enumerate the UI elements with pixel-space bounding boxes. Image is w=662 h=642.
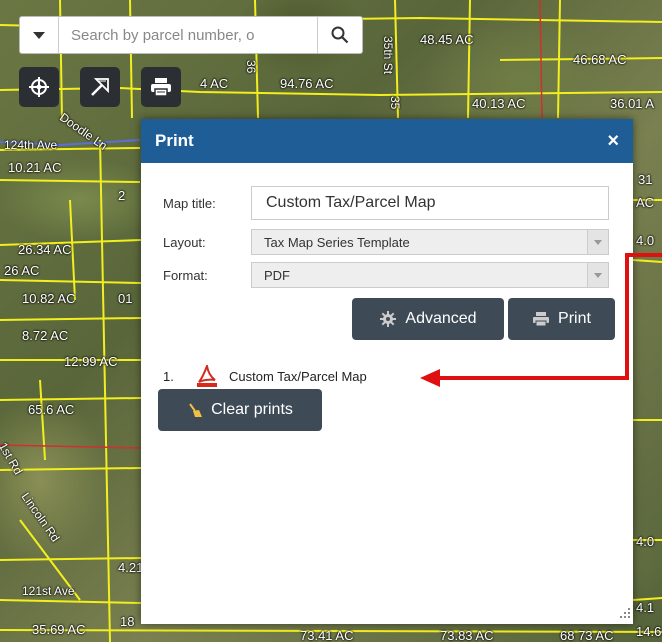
acreage-label: 31 xyxy=(638,172,653,187)
road-label: 35th St xyxy=(381,36,395,75)
print-dialog: Print × Map title: Custom Tax/Parcel Map… xyxy=(141,119,633,624)
print-result-item[interactable]: 1. Custom Tax/Parcel Map xyxy=(163,365,367,387)
acreage-label: 4.0 xyxy=(636,233,655,248)
gear-icon xyxy=(380,311,397,327)
clear-prints-label: Clear prints xyxy=(211,401,293,418)
road-label: 124th Ave xyxy=(4,138,58,152)
search-button[interactable] xyxy=(317,17,362,53)
format-selected-value: PDF xyxy=(264,267,290,283)
print-dialog-title: Print xyxy=(155,131,194,150)
acreage-label: 14.6 xyxy=(636,624,662,639)
search-source-dropdown[interactable] xyxy=(20,17,59,53)
caret-down-icon xyxy=(33,31,45,39)
measure-tool-button[interactable] xyxy=(19,67,59,107)
layout-row: Layout: Tax Map Series Template xyxy=(163,229,609,255)
acreage-label: 4.0 xyxy=(636,534,655,549)
clear-prints-button[interactable]: Clear prints xyxy=(158,389,322,431)
acreage-label: 10.82 AC xyxy=(22,291,76,306)
acreage-label: 26 AC xyxy=(4,263,40,278)
acreage-label: 4 AC xyxy=(200,76,229,91)
acreage-label: 12.99 AC xyxy=(64,354,118,369)
print-dialog-header: Print × xyxy=(141,119,633,163)
printer-icon xyxy=(533,312,550,327)
acreage-label: 35.69 AC xyxy=(32,622,86,637)
search-icon xyxy=(331,26,349,44)
acreage-label: 48.45 AC xyxy=(420,32,474,47)
map-title-label: Map title: xyxy=(163,195,216,211)
acreage-label: 46.68 AC xyxy=(573,52,627,67)
layout-selected-value: Tax Map Series Template xyxy=(264,234,410,250)
acreage-label: 73.83 AC xyxy=(440,628,494,642)
resize-handle-icon[interactable] xyxy=(620,608,630,618)
parcel-search-bar xyxy=(19,16,363,54)
format-row: Format: PDF xyxy=(163,262,609,288)
layout-select[interactable]: Tax Map Series Template xyxy=(251,229,609,255)
draw-tool-button[interactable] xyxy=(80,67,120,107)
advanced-label: Advanced xyxy=(405,310,477,327)
print-label: Print xyxy=(558,310,591,327)
map-title-row: Map title: Custom Tax/Parcel Map xyxy=(163,186,609,220)
broom-icon xyxy=(189,403,203,417)
acreage-label: 4.21 xyxy=(118,560,144,575)
print-result-index: 1. xyxy=(163,368,174,384)
close-button[interactable]: × xyxy=(607,130,619,153)
print-button[interactable]: Print xyxy=(508,298,615,340)
printer-icon xyxy=(151,78,171,97)
road-label: 36 xyxy=(244,60,258,74)
acreage-label: 26.34 AC xyxy=(18,242,72,257)
advanced-button[interactable]: Advanced xyxy=(352,298,504,340)
acreage-label: 18 xyxy=(120,614,135,629)
search-input[interactable] xyxy=(59,19,317,51)
format-label: Format: xyxy=(163,267,208,283)
road-label: 121st Ave xyxy=(22,584,75,598)
chevron-down-icon xyxy=(587,230,608,254)
acreage-label: 68 73 AC xyxy=(560,628,614,642)
measure-icon xyxy=(29,77,49,97)
acreage-label: 36.01 A xyxy=(610,96,655,111)
acreage-label: 01 xyxy=(118,291,133,306)
layout-label: Layout: xyxy=(163,234,206,250)
acreage-label: 2 xyxy=(118,188,126,203)
acreage-label: 65.6 AC xyxy=(28,402,75,417)
map-title-input[interactable]: Custom Tax/Parcel Map xyxy=(251,186,609,220)
acreage-label: 40.13 AC xyxy=(472,96,526,111)
print-tool-button[interactable] xyxy=(141,67,181,107)
draw-icon xyxy=(91,78,109,96)
print-result-link[interactable]: Custom Tax/Parcel Map xyxy=(229,369,367,384)
acreage-label: 4.1 xyxy=(636,600,655,615)
acreage-label: 73.41 AC xyxy=(300,628,354,642)
chevron-down-icon xyxy=(587,263,608,287)
acreage-label: AC xyxy=(636,195,655,210)
acreage-label: 94.76 AC xyxy=(280,76,334,91)
road-label: 35 xyxy=(388,96,402,110)
format-select[interactable]: PDF xyxy=(251,262,609,288)
acreage-label: 8.72 AC xyxy=(22,328,69,343)
pdf-icon xyxy=(197,365,217,387)
acreage-label: 10.21 AC xyxy=(8,160,62,175)
